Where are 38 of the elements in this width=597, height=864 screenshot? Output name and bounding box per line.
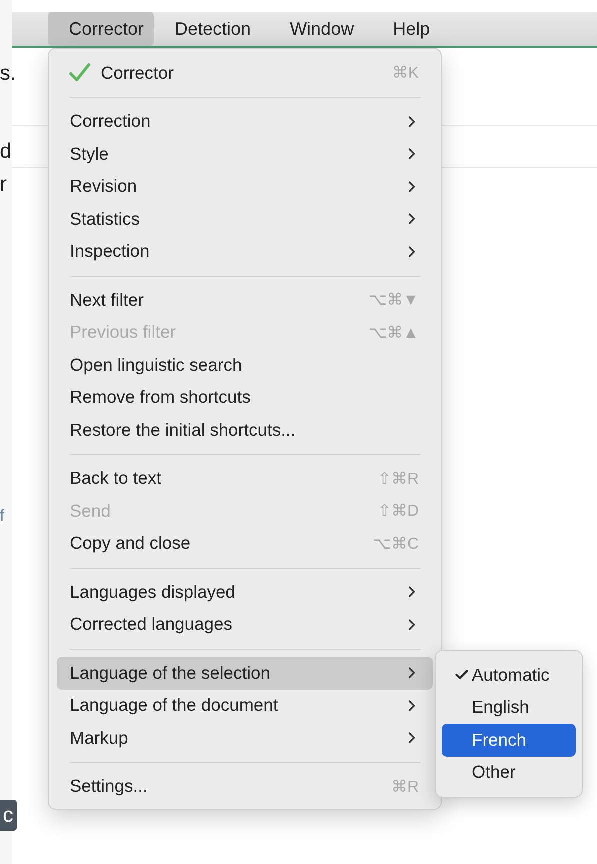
menu-item[interactable]: Corrector ⌘K — [57, 57, 433, 90]
menu-item[interactable]: Copy and close ⌥⌘C — [57, 528, 433, 560]
menu-item[interactable]: Settings... ⌘R — [57, 770, 433, 803]
menu-bar-item[interactable]: Window — [269, 12, 364, 46]
menu-item[interactable]: Languages displayed — [57, 576, 433, 608]
menu-bar-item[interactable]: Help — [372, 12, 440, 46]
shortcut-text: ⌥⌘▼ — [368, 291, 419, 310]
shortcut-text: ⌥⌘C — [373, 534, 419, 554]
menu-item[interactable]: English — [442, 692, 576, 724]
menu-item[interactable]: Correction — [57, 106, 433, 138]
menu-item[interactable]: Language of the selection — [57, 657, 433, 690]
menu-item[interactable]: Restore the initial shortcuts... — [57, 414, 433, 446]
menu-bar-item[interactable]: Corrector — [48, 12, 154, 46]
text-fragment: d — [0, 140, 12, 164]
text-fragment: r — [0, 173, 7, 196]
dark-badge: c — [0, 800, 16, 832]
menu-item[interactable]: French — [442, 724, 576, 756]
menu-item[interactable]: Automatic — [442, 659, 576, 692]
menu-item[interactable]: Open linguistic search — [57, 349, 433, 382]
text-fragment: f — [0, 508, 4, 526]
menu-item[interactable]: Language of the document — [57, 690, 433, 722]
shortcut-text: ⌥⌘▲ — [368, 324, 419, 343]
menu-item[interactable]: Remove from shortcuts — [57, 382, 433, 414]
menu-item[interactable]: Next filter ⌥⌘▼ — [57, 284, 433, 316]
shortcut-text: ⌘K — [392, 64, 419, 84]
menu-item[interactable]: Corrected languages — [57, 608, 433, 641]
menu-item[interactable]: Statistics — [57, 203, 433, 236]
text-fragment: s. — [0, 62, 16, 86]
menu-item[interactable]: Style — [57, 138, 433, 170]
menu-item[interactable]: Other — [442, 756, 576, 789]
menu-item[interactable]: Revision — [57, 170, 433, 203]
shortcut-text: ⇧⌘D — [378, 502, 419, 522]
menu-item[interactable]: Back to text ⇧⌘R — [57, 462, 433, 495]
menu-item[interactable]: Markup — [57, 722, 433, 754]
shortcut-text: ⌘R — [391, 778, 419, 797]
shortcut-text: ⇧⌘R — [378, 470, 419, 489]
menu-bar-item[interactable]: Detection — [154, 12, 262, 46]
menu-item[interactable]: Inspection — [57, 236, 433, 268]
